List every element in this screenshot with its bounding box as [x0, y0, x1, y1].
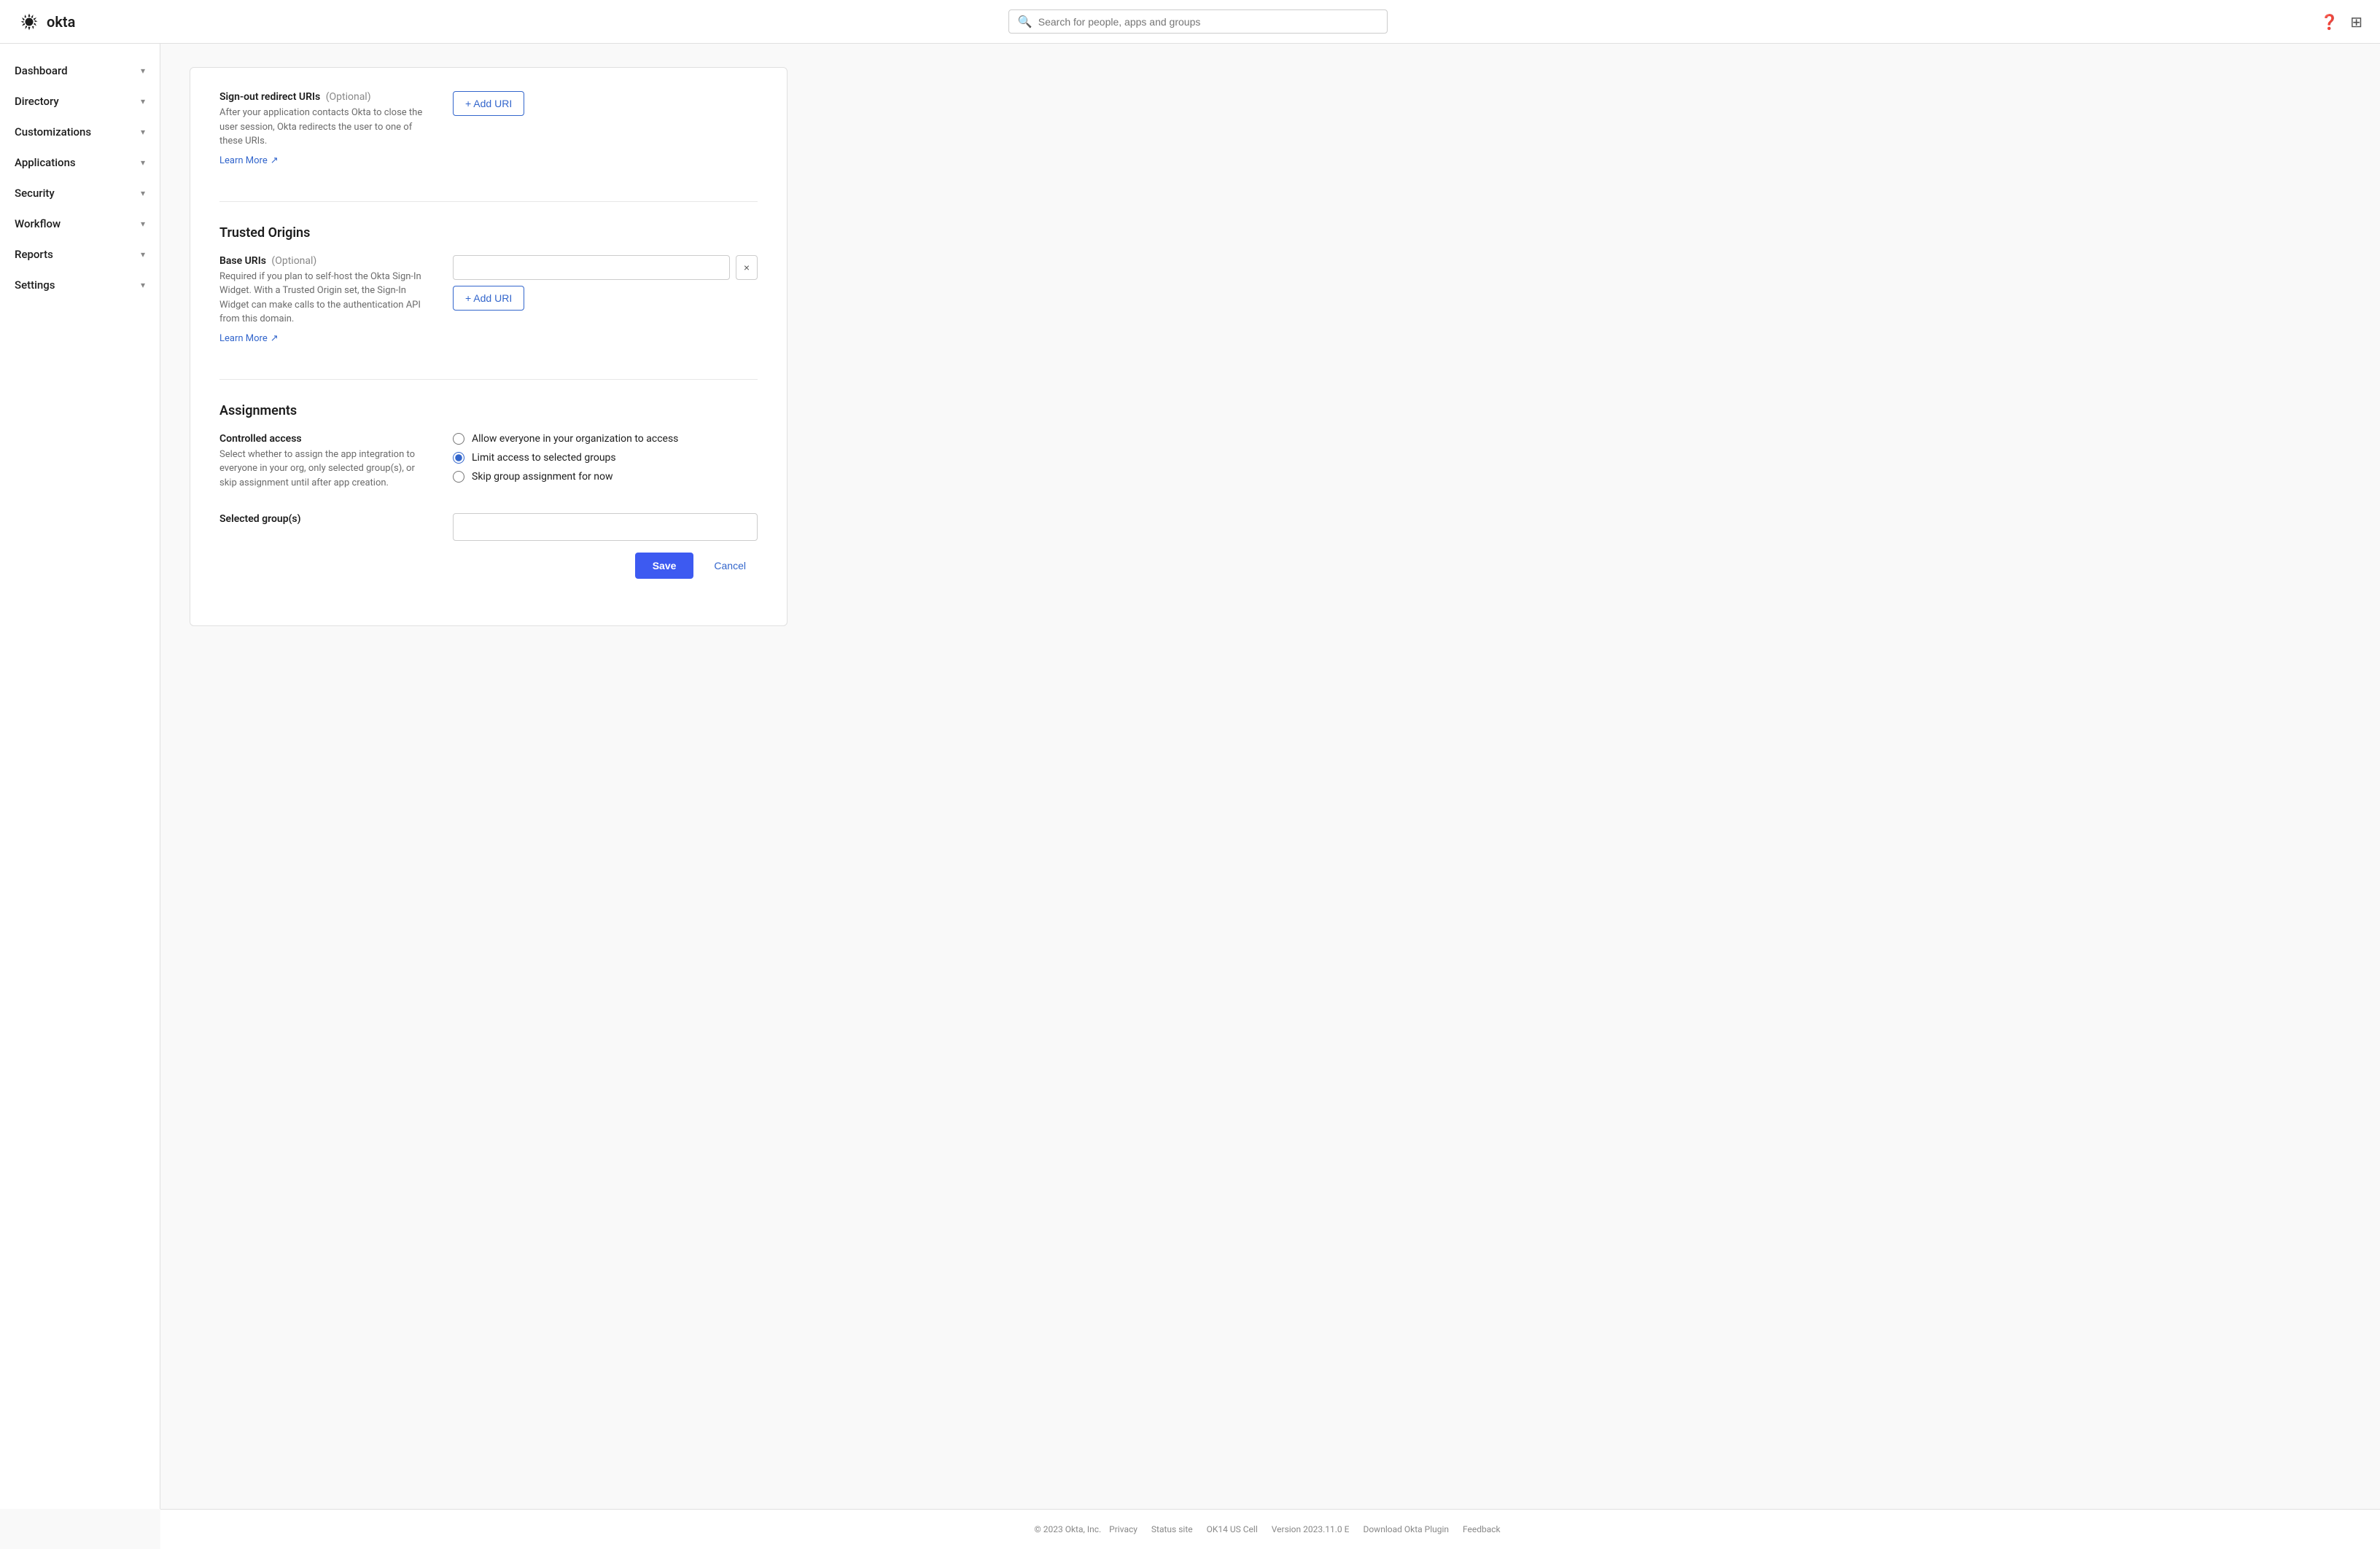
sign-out-add-uri-button[interactable]: + Add URI [453, 91, 524, 116]
footer-link-privacy[interactable]: Privacy [1109, 1524, 1138, 1534]
selected-groups-label: Selected group(s) [219, 513, 424, 525]
base-uris-field-row: Base URIs (Optional) Required if you pla… [219, 255, 758, 344]
access-radio-group: Allow everyone in your organization to a… [453, 433, 758, 483]
base-uris-field-label: Base URIs (Optional) [219, 255, 424, 267]
sidebar-label-settings: Settings [15, 278, 55, 292]
base-uris-input[interactable] [453, 255, 730, 280]
main-content: Sign-out redirect URIs (Optional) After … [160, 44, 2380, 1509]
sign-out-field-label: Sign-out redirect URIs (Optional) [219, 91, 424, 103]
radio-skip[interactable]: Skip group assignment for now [453, 471, 758, 483]
footer-link-ok14[interactable]: OK14 US Cell [1207, 1524, 1258, 1534]
external-link-icon: ↗ [271, 155, 279, 166]
header-left: okta [18, 10, 75, 34]
selected-groups-label-col: Selected group(s) [219, 513, 424, 541]
sidebar-item-dashboard[interactable]: Dashboard ▾ [0, 55, 160, 86]
sidebar-item-applications[interactable]: Applications ▾ [0, 147, 160, 178]
radio-skip-input[interactable] [453, 471, 464, 483]
sidebar-label-security: Security [15, 187, 55, 200]
search-icon: 🔍 [1018, 15, 1032, 28]
sidebar-item-reports[interactable]: Reports ▾ [0, 239, 160, 270]
base-uris-control-col: × + Add URI [453, 255, 758, 344]
sidebar-label-directory: Directory [15, 95, 59, 108]
base-uris-input-row: × [453, 255, 758, 280]
okta-logo-text: okta [47, 13, 75, 31]
chevron-down-icon: ▾ [141, 66, 145, 76]
sidebar-item-security[interactable]: Security ▾ [0, 178, 160, 208]
controlled-access-control-col: Allow everyone in your organization to a… [453, 433, 758, 496]
trusted-origins-title: Trusted Origins [219, 225, 758, 241]
base-uris-learn-more-link[interactable]: Learn More ↗ [219, 333, 279, 344]
footer-link-version[interactable]: Version 2023.11.0 E [1272, 1524, 1350, 1534]
help-icon[interactable]: ❓ [2320, 13, 2338, 31]
okta-logo: okta [18, 10, 75, 34]
radio-everyone[interactable]: Allow everyone in your organization to a… [453, 433, 758, 445]
footer-link-status[interactable]: Status site [1151, 1524, 1193, 1534]
sidebar-label-applications: Applications [15, 156, 76, 169]
save-button[interactable]: Save [635, 553, 694, 579]
controlled-access-label: Controlled access [219, 433, 424, 445]
radio-selected-groups-input[interactable] [453, 452, 464, 464]
action-row: Save Cancel [219, 541, 758, 579]
search-bar[interactable]: 🔍 [1008, 9, 1388, 34]
sidebar-label-workflow: Workflow [15, 217, 61, 230]
base-uris-description: Required if you plan to self-host the Ok… [219, 270, 424, 327]
selected-groups-control-col [453, 513, 758, 541]
chevron-down-icon: ▾ [141, 249, 145, 260]
chevron-down-icon: ▾ [141, 280, 145, 290]
sidebar-item-settings[interactable]: Settings ▾ [0, 270, 160, 300]
sign-out-learn-more-link[interactable]: Learn More ↗ [219, 155, 279, 166]
base-uris-add-uri-button[interactable]: + Add URI [453, 286, 524, 311]
search-input[interactable] [1038, 16, 1378, 28]
sidebar-label-reports: Reports [15, 248, 53, 261]
cancel-button[interactable]: Cancel [702, 553, 758, 579]
chevron-down-icon: ▾ [141, 219, 145, 229]
chevron-down-icon: ▾ [141, 127, 145, 137]
chevron-down-icon: ▾ [141, 188, 145, 198]
sidebar-label-dashboard: Dashboard [15, 64, 68, 77]
sign-out-redirect-section: Sign-out redirect URIs (Optional) After … [219, 91, 758, 202]
sidebar-item-directory[interactable]: Directory ▾ [0, 86, 160, 117]
controlled-access-label-col: Controlled access Select whether to assi… [219, 433, 424, 496]
selected-groups-row: Selected group(s) [219, 513, 758, 541]
external-link-icon: ↗ [271, 333, 279, 344]
base-uris-clear-button[interactable]: × [736, 255, 758, 280]
layout: Dashboard ▾ Directory ▾ Customizations ▾… [0, 44, 2380, 1509]
radio-everyone-input[interactable] [453, 433, 464, 445]
sign-out-control-col: + Add URI [453, 91, 758, 166]
radio-selected-groups[interactable]: Limit access to selected groups [453, 452, 758, 464]
sign-out-label-col: Sign-out redirect URIs (Optional) After … [219, 91, 424, 166]
sidebar-item-workflow[interactable]: Workflow ▾ [0, 208, 160, 239]
trusted-origins-section: Trusted Origins Base URIs (Optional) Req… [219, 225, 758, 380]
sidebar: Dashboard ▾ Directory ▾ Customizations ▾… [0, 44, 160, 1509]
header-right: ❓ ⊞ [2320, 13, 2362, 31]
chevron-down-icon: ▾ [141, 157, 145, 168]
base-uris-label-col: Base URIs (Optional) Required if you pla… [219, 255, 424, 344]
footer-link-download[interactable]: Download Okta Plugin [1363, 1524, 1449, 1534]
footer-link-feedback[interactable]: Feedback [1463, 1524, 1501, 1534]
header: okta 🔍 ❓ ⊞ [0, 0, 2380, 44]
footer: © 2023 Okta, Inc. Privacy Status site OK… [160, 1509, 2380, 1549]
assignments-title: Assignments [219, 403, 758, 418]
okta-sunburst-icon [18, 10, 41, 34]
grid-icon[interactable]: ⊞ [2350, 13, 2362, 31]
form-card: Sign-out redirect URIs (Optional) After … [190, 67, 788, 626]
footer-copyright: © 2023 Okta, Inc. [1034, 1524, 1101, 1534]
sign-out-field-row: Sign-out redirect URIs (Optional) After … [219, 91, 758, 166]
chevron-down-icon: ▾ [141, 96, 145, 106]
controlled-access-row: Controlled access Select whether to assi… [219, 433, 758, 496]
selected-groups-input[interactable] [453, 513, 758, 541]
sidebar-item-customizations[interactable]: Customizations ▾ [0, 117, 160, 147]
controlled-access-description: Select whether to assign the app integra… [219, 448, 424, 491]
sign-out-description: After your application contacts Okta to … [219, 106, 424, 149]
assignments-section: Assignments Controlled access Select whe… [219, 403, 758, 603]
sidebar-label-customizations: Customizations [15, 125, 91, 138]
